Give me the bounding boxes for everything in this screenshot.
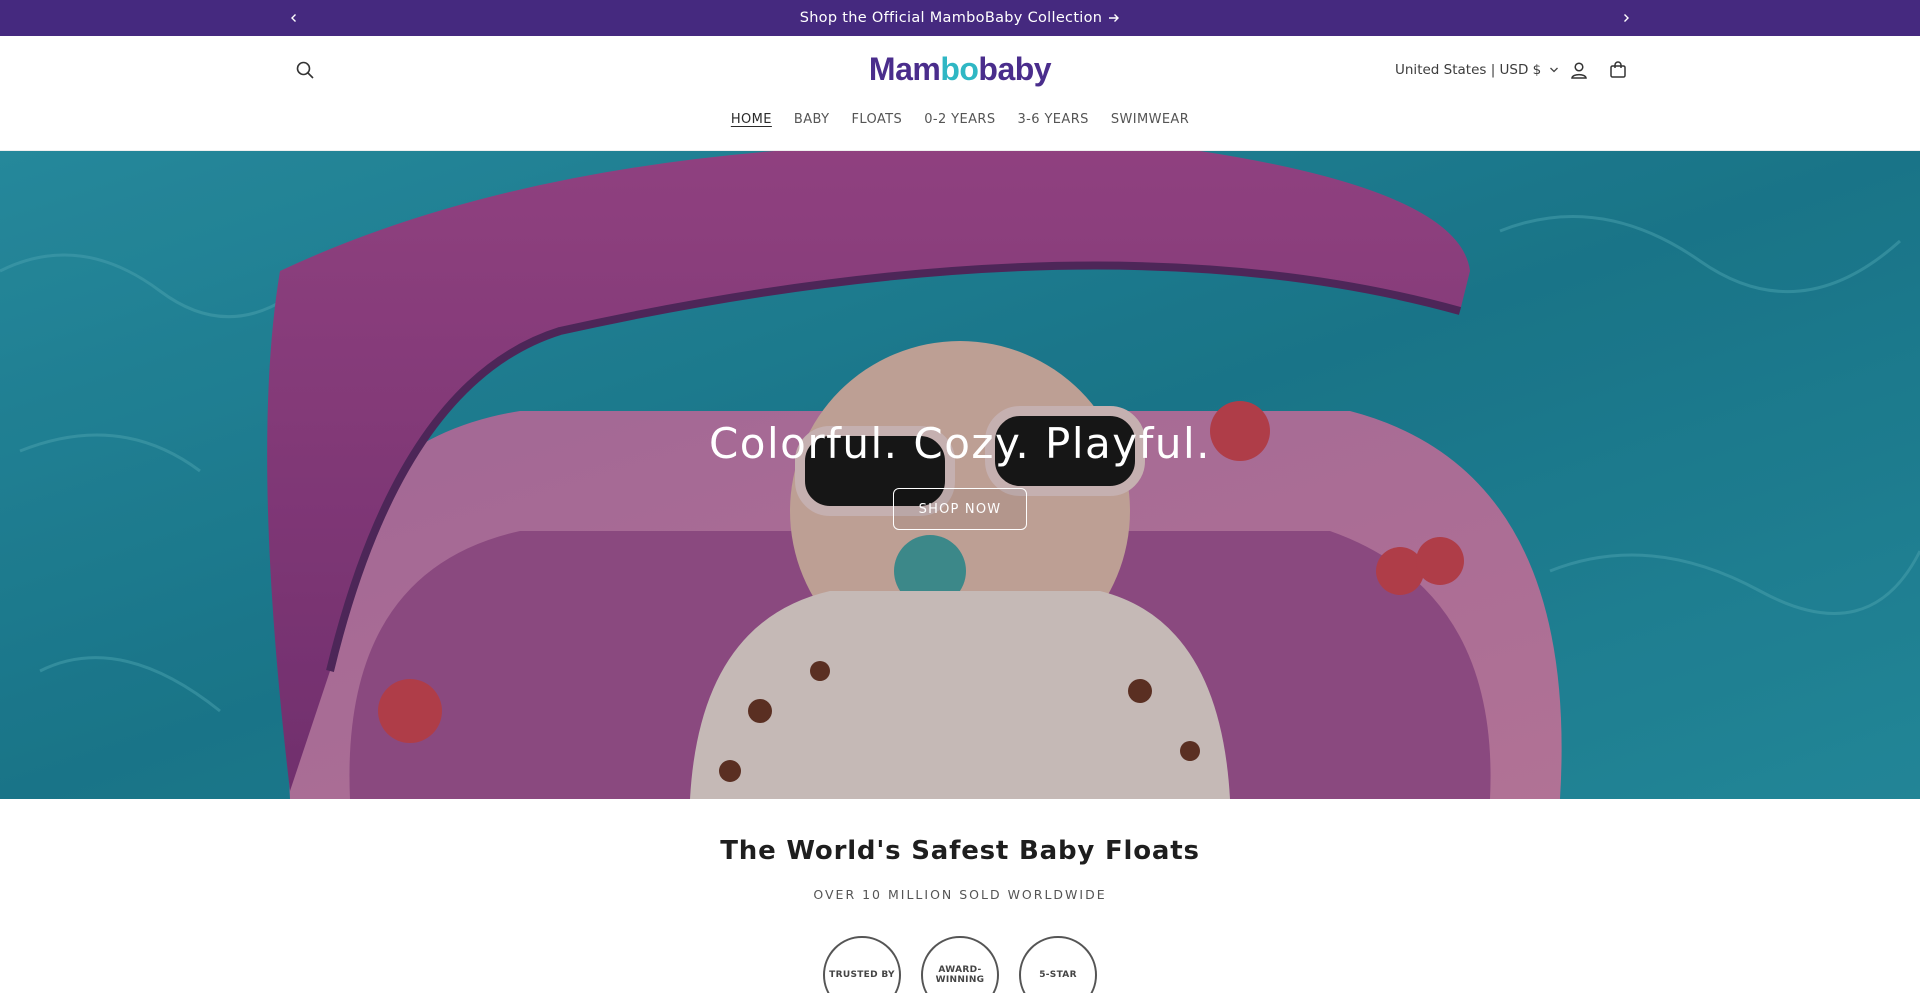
- announcement-link[interactable]: Shop the Official MamboBaby Collection: [800, 10, 1121, 26]
- cart-button[interactable]: [1600, 52, 1636, 88]
- site-header: Mam bo baby United States | USD $ HOME BAB…: [0, 36, 1920, 151]
- announcement-next-button[interactable]: [1612, 0, 1640, 36]
- badge-award-winning: AWARD-WINNING: [921, 936, 999, 993]
- badge-trusted-label: TRUSTED BY: [829, 970, 895, 980]
- announcement-text: Shop the Official MamboBaby Collection: [799, 10, 1103, 26]
- trust-badges: TRUSTED BY AWARD-WINNING 5-STAR: [0, 936, 1920, 993]
- logo-text-part1: Mam: [868, 50, 941, 87]
- search-icon: [296, 61, 314, 79]
- country-selector[interactable]: United States | USD $: [1395, 58, 1559, 82]
- main-nav: HOME BABY FLOATS 0-2 YEARS 3-6 YEARS SWI…: [0, 108, 1920, 138]
- account-icon: [1571, 62, 1587, 79]
- shop-now-button[interactable]: SHOP NOW: [893, 488, 1027, 530]
- nav-item-floats[interactable]: FLOATS: [851, 108, 902, 138]
- nav-item-home[interactable]: HOME: [731, 108, 772, 138]
- badge-trusted-by: TRUSTED BY: [823, 936, 901, 993]
- hero-title: Colorful. Cozy. Playful.: [708, 419, 1212, 468]
- nav-item-baby[interactable]: BABY: [794, 108, 830, 138]
- logo[interactable]: Mam bo baby: [860, 46, 1060, 92]
- account-button[interactable]: [1561, 52, 1597, 88]
- logo-text-part3: baby: [978, 50, 1052, 87]
- arrow-right-icon: [1109, 14, 1120, 22]
- country-selector-label: United States | USD $: [1395, 62, 1542, 78]
- section-title: The World's Safest Baby Floats: [720, 836, 1200, 866]
- announcement-bar: Shop the Official MamboBaby Collection: [0, 0, 1920, 36]
- nav-item-swimwear[interactable]: SWIMWEAR: [1111, 108, 1189, 138]
- chevron-right-icon: [1624, 14, 1629, 22]
- chevron-down-icon: [1550, 67, 1559, 73]
- search-button[interactable]: [287, 52, 323, 88]
- nav-item-0-2-years[interactable]: 0-2 YEARS: [924, 108, 995, 138]
- logo-text-part2: bo: [940, 50, 979, 87]
- cart-icon: [1610, 61, 1626, 78]
- section-subtitle: OVER 10 MILLION SOLD WORLDWIDE: [813, 887, 1107, 902]
- hero-banner: Colorful. Cozy. Playful. SHOP NOW: [0, 151, 1920, 799]
- nav-item-3-6-years[interactable]: 3-6 YEARS: [1018, 108, 1089, 138]
- badge-5-star: 5-STAR: [1019, 936, 1097, 993]
- badge-award-label: AWARD-WINNING: [935, 965, 985, 985]
- badge-5-star-label: 5-STAR: [1039, 970, 1077, 980]
